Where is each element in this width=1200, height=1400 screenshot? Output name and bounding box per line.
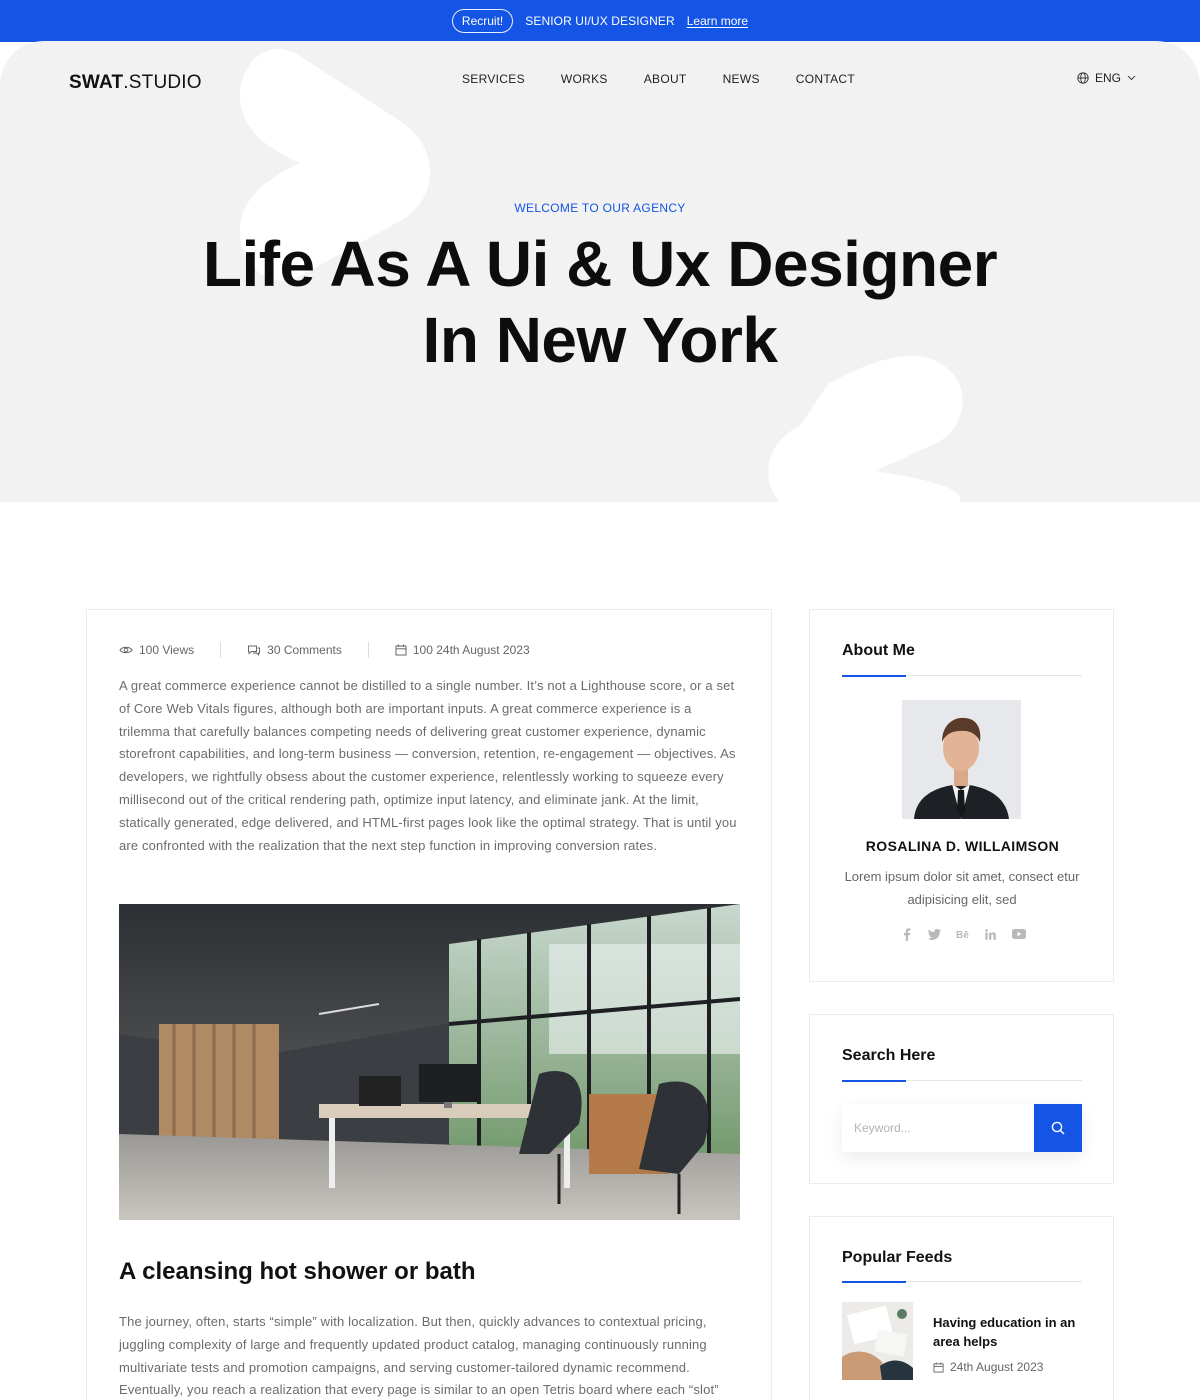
nav-about[interactable]: ABOUT bbox=[644, 72, 687, 86]
brand-logo[interactable]: SWAT.STUDIO bbox=[69, 72, 202, 94]
publish-date: 100 24th August 2023 bbox=[412, 643, 530, 657]
article-paragraph: A great commerce experience cannot be di… bbox=[119, 678, 737, 853]
learn-more-link[interactable]: Learn more bbox=[687, 14, 748, 28]
behance-icon[interactable]: Bē bbox=[956, 927, 970, 941]
article-subheading: A cleansing hot shower or bath bbox=[119, 1258, 476, 1285]
hero-section: SWAT.STUDIO SERVICES WORKS ABOUT NEWS CO… bbox=[0, 41, 1200, 502]
views-count: 100 Views bbox=[139, 643, 195, 657]
hero-eyebrow: WELCOME TO OUR AGENCY bbox=[514, 201, 686, 215]
eye-icon bbox=[119, 646, 133, 654]
main-nav: SERVICES WORKS ABOUT NEWS CONTACT bbox=[462, 72, 855, 86]
article-paragraph: The journey, often, starts “simple” with… bbox=[119, 1314, 719, 1398]
search-icon bbox=[1051, 1121, 1065, 1135]
language-selector[interactable]: ENG bbox=[1077, 71, 1136, 85]
widget-title: About Me bbox=[842, 642, 915, 659]
widget-title: Search Here bbox=[842, 1047, 936, 1064]
comments-icon bbox=[248, 645, 261, 656]
calendar-icon bbox=[933, 1361, 944, 1373]
widget-divider bbox=[842, 1080, 1082, 1082]
feed-date: 24th August 2023 bbox=[933, 1360, 1043, 1374]
office-photo bbox=[119, 904, 740, 1220]
facebook-icon[interactable] bbox=[900, 927, 914, 941]
widget-divider-accent bbox=[842, 1281, 906, 1283]
chevron-down-icon bbox=[1127, 75, 1136, 81]
announcement-text: SENIOR UI/UX DESIGNER bbox=[525, 14, 675, 28]
widget-title: Popular Feeds bbox=[842, 1249, 953, 1266]
nav-contact[interactable]: CONTACT bbox=[796, 72, 855, 86]
globe-icon bbox=[1077, 72, 1089, 84]
meta-divider bbox=[367, 642, 369, 658]
linkedin-icon[interactable] bbox=[984, 927, 998, 941]
comments-meta[interactable]: 30 Comments bbox=[247, 643, 342, 657]
svg-text:Bē: Bē bbox=[956, 930, 969, 939]
nav-works[interactable]: WORKS bbox=[561, 72, 608, 86]
avatar bbox=[902, 700, 1021, 819]
brand-light: .STUDIO bbox=[123, 72, 202, 93]
office-illustration bbox=[119, 904, 740, 1220]
title-line-2: In New York bbox=[422, 304, 778, 376]
feed-thumbnail[interactable] bbox=[842, 1302, 913, 1380]
feed-date-text: 24th August 2023 bbox=[950, 1360, 1044, 1374]
author-name: ROSALINA D. WILLAIMSON bbox=[865, 838, 1060, 854]
nav-services[interactable]: SERVICES bbox=[462, 72, 525, 86]
article-meta: 100 Views 30 Comments 100 24th August 20… bbox=[119, 642, 530, 658]
language-label: ENG bbox=[1095, 71, 1122, 85]
search-widget: Search Here bbox=[809, 1014, 1114, 1184]
title-line-1: Life As A Ui & Ux Designer bbox=[202, 228, 998, 300]
widget-divider-accent bbox=[842, 1080, 906, 1082]
widget-divider bbox=[842, 1281, 1082, 1283]
about-me-widget: About Me ROSALINA D. WILLAIMSON Lorem ip… bbox=[809, 609, 1114, 982]
widget-divider bbox=[842, 675, 1082, 677]
social-links: Bē bbox=[810, 927, 1115, 941]
meta-divider bbox=[220, 642, 222, 658]
search-input[interactable] bbox=[842, 1104, 1034, 1152]
views-meta: 100 Views bbox=[119, 643, 194, 657]
nav-news[interactable]: NEWS bbox=[723, 72, 760, 86]
feed-title[interactable]: Having education in an area helps bbox=[933, 1314, 1083, 1351]
page-title: Life As A Ui & Ux Designer In New York bbox=[0, 226, 1200, 378]
twitter-icon[interactable] bbox=[928, 927, 942, 941]
search-box bbox=[842, 1104, 1082, 1152]
calendar-icon bbox=[395, 644, 407, 656]
author-bio: Lorem ipsum dolor sit amet, consect etur… bbox=[844, 869, 1080, 907]
feed-thumbnail-image bbox=[842, 1302, 913, 1380]
avatar-portrait bbox=[902, 700, 1021, 819]
date-meta: 100 24th August 2023 bbox=[395, 643, 530, 657]
youtube-icon[interactable] bbox=[1011, 927, 1026, 941]
popular-feeds-widget: Popular Feeds Having education in an are… bbox=[809, 1216, 1114, 1400]
widget-divider-accent bbox=[842, 675, 906, 677]
comments-count: 30 Comments bbox=[267, 643, 342, 657]
announcement-bar: Recruit! SENIOR UI/UX DESIGNER Learn mor… bbox=[0, 0, 1200, 42]
recruit-badge: Recruit! bbox=[451, 9, 514, 33]
search-button[interactable] bbox=[1034, 1104, 1082, 1152]
brand-bold: SWAT bbox=[69, 72, 124, 93]
article-card: 100 Views 30 Comments 100 24th August 20… bbox=[86, 609, 772, 1400]
